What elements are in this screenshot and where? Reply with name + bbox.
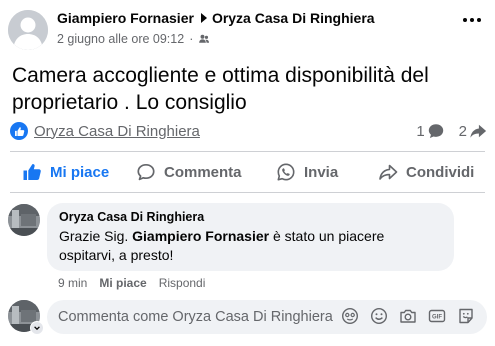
- comment-author[interactable]: Oryza Casa Di Ringhiera: [59, 210, 442, 224]
- post-timestamp[interactable]: 2 giugno alle ore 09:12: [57, 32, 184, 46]
- comment-bubble: Oryza Casa Di Ringhiera Grazie Sig. Giam…: [47, 203, 454, 271]
- thumbs-up-icon: [23, 164, 41, 180]
- share-button[interactable]: Condividi: [378, 155, 474, 189]
- comment-button-label: Commenta: [164, 163, 242, 181]
- emoji-icon[interactable]: [370, 307, 388, 325]
- comment-icon: [137, 163, 155, 181]
- share-count-value: 2: [458, 122, 467, 140]
- friends-audience-icon[interactable]: [198, 33, 210, 45]
- share-count[interactable]: 2: [459, 122, 487, 140]
- comment-input[interactable]: Commenta come Oryza Casa Di Ringhiera GI…: [47, 300, 487, 334]
- share-arrow-icon: [470, 124, 487, 138]
- comment-time[interactable]: 9 min: [58, 276, 87, 290]
- whatsapp-send-button[interactable]: Invia: [276, 155, 338, 189]
- like-button[interactable]: Mi piace: [22, 155, 109, 189]
- comment-count-value: 1: [416, 122, 425, 140]
- composer-avatar[interactable]: [8, 300, 44, 335]
- post-meta: 2 giugno alle ore 09:12 ·: [57, 32, 210, 46]
- arrow-right-icon: [200, 13, 207, 23]
- commenter-avatar[interactable]: [8, 204, 40, 236]
- share-button-label: Condividi: [406, 163, 475, 181]
- separator-dot: ·: [189, 32, 194, 46]
- whatsapp-icon: [277, 163, 295, 181]
- divider: [10, 151, 485, 152]
- page-profile-picture: [8, 204, 40, 236]
- author-avatar[interactable]: [8, 10, 48, 50]
- svg-text:GIF: GIF: [432, 315, 442, 321]
- comment-bubble-icon: [428, 124, 443, 139]
- comment-count[interactable]: 1: [416, 122, 444, 140]
- post-text: Camera accogliente e ottima disponibilit…: [12, 64, 429, 114]
- sticker-icon[interactable]: [457, 307, 475, 325]
- avatar-sticker-icon[interactable]: [341, 307, 359, 325]
- like-reaction-icon: [10, 122, 28, 140]
- comment-button[interactable]: Commenta: [136, 155, 242, 189]
- post-action-bar: Mi piace Commenta Invia Condividi: [0, 155, 495, 189]
- whatsapp-send-label: Invia: [304, 163, 339, 181]
- divider: [10, 192, 485, 193]
- reactor-name[interactable]: Oryza Casa Di Ringhiera: [34, 123, 200, 140]
- engagement-counts: 1 2: [416, 122, 487, 140]
- default-profile-icon: [8, 10, 48, 50]
- composer-tools: GIF: [341, 307, 475, 325]
- facebook-post: Giampiero Fornasier Oryza Casa Di Ringhi…: [0, 0, 495, 346]
- comment-input-placeholder: Commenta come Oryza Casa Di Ringhiera: [58, 309, 333, 325]
- like-button-label: Mi piace: [50, 163, 110, 181]
- comment-text: Grazie Sig. Giampiero Fornasier è stato …: [59, 227, 442, 265]
- comment-actions: 9 min Mi piace Rispondi: [58, 276, 205, 290]
- comment-like-link[interactable]: Mi piace: [99, 276, 146, 290]
- more-options-icon[interactable]: [463, 18, 481, 22]
- comment-text-start: Grazie Sig.: [59, 228, 133, 244]
- gif-icon[interactable]: GIF: [428, 307, 446, 325]
- camera-icon[interactable]: [399, 307, 417, 325]
- reaction-summary[interactable]: Oryza Casa Di Ringhiera: [10, 122, 200, 140]
- comment-mention[interactable]: Giampiero Fornasier: [132, 228, 269, 244]
- post-header-title: Giampiero Fornasier Oryza Casa Di Ringhi…: [57, 10, 375, 26]
- target-page-name[interactable]: Oryza Casa Di Ringhiera: [212, 10, 375, 26]
- comment-reply-link[interactable]: Rispondi: [159, 276, 206, 290]
- share-icon: [379, 164, 398, 180]
- author-name[interactable]: Giampiero Fornasier: [57, 10, 194, 26]
- chevron-down-icon[interactable]: [30, 321, 44, 335]
